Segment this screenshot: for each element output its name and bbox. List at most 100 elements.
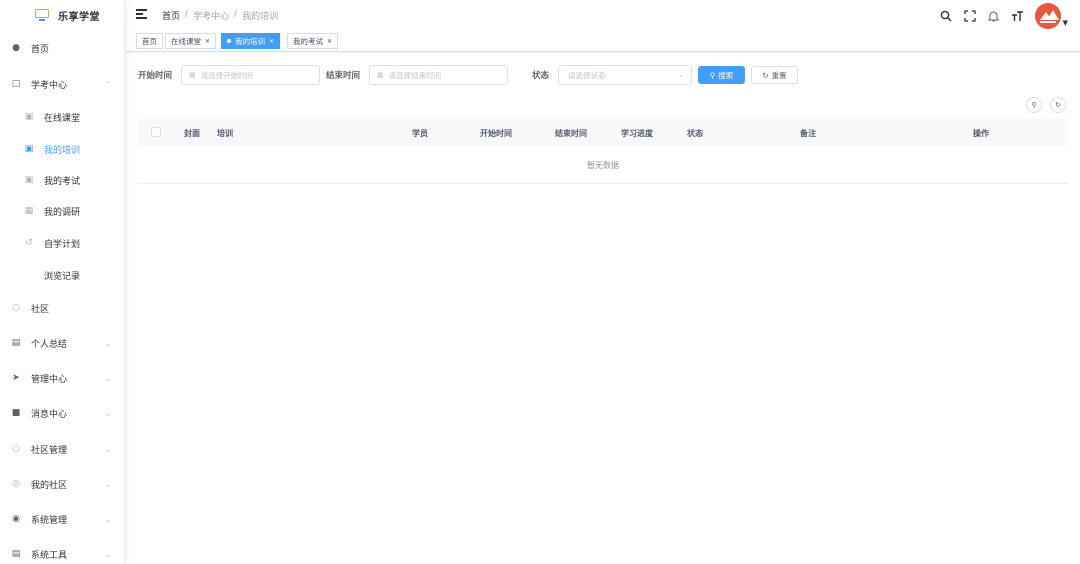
community-icon: ○ [12,303,20,313]
sidebar: 乐享学堂 ● 首页 □ 学考中心 ⌃ ▣ 在线课堂 ▣ 我的培训 ▣ 我的考试 … [0,0,125,564]
sidebar-item-label: 消息中心 [31,409,68,420]
sidebar-item-self-study-plan[interactable]: ↺ 自学计划 [0,233,125,253]
refresh-icon: ↻ [762,70,769,80]
monitor-icon: □ [11,79,21,89]
avatar[interactable] [1034,3,1061,29]
calendar-icon: ▦ [377,71,384,79]
sidebar-item-my-survey[interactable]: ▦ 我的调研 [0,201,125,221]
fullscreen-icon[interactable] [963,9,977,23]
caret-down-icon[interactable]: ▼ [1063,19,1068,27]
calendar-icon: ▦ [189,71,196,79]
plan-icon: ↺ [25,238,33,248]
sidebar-item-system-tools[interactable]: ▤ 系统工具 ⌄ [0,544,125,564]
training-table: 封面 培训 学员 开始时间 结束时间 学习进度 状态 备注 操作 暂无数据 [138,119,1068,184]
chevron-up-icon: ⌃ [104,79,111,89]
start-time-label: 开始时间 [138,71,173,81]
sidebar-item-label: 我的调研 [44,207,81,218]
breadcrumb-study-center[interactable]: 学考中心 [193,9,229,22]
sidebar-item-my-community[interactable]: ◎ 我的社区 ⌄ [0,474,125,494]
tag-my-exam[interactable]: 我的考试 ✕ [287,33,339,49]
column-cover: 封面 [184,129,200,138]
logo-icon [34,8,50,22]
search-icon: ⚲ [709,70,716,80]
app-root: 乐享学堂 ● 首页 □ 学考中心 ⌃ ▣ 在线课堂 ▣ 我的培训 ▣ 我的考试 … [0,0,1080,564]
end-time-label: 结束时间 [326,71,361,81]
reset-button[interactable]: ↻ 重置 [751,66,798,84]
sidebar-item-my-training[interactable]: ▣ 我的培训 [0,139,125,159]
chevron-down-icon: ⌄ [678,71,684,79]
sidebar-item-label: 首页 [31,44,50,55]
tag-home[interactable]: 首页 [136,33,163,49]
chevron-down-icon: ⌄ [104,338,111,348]
hamburger-icon[interactable] [136,9,147,19]
top-navbar: 首页 / 学考中心 / 我的培训 ▼ [126,0,1080,30]
end-time-picker[interactable]: ▦ 请选择结束时间 [369,65,508,85]
summary-icon: ▤ [11,338,21,348]
column-end-time: 结束时间 [555,129,587,138]
breadcrumb-current: 我的培训 [242,12,279,22]
tag-online-classroom[interactable]: 在线课堂 ✕ [165,33,217,49]
sidebar-item-system-management[interactable]: ◉ 系统管理 ⌄ [0,509,125,529]
sidebar-item-message-center[interactable]: ■ 消息中心 ⌄ [0,403,125,423]
column-status: 状态 [687,129,703,138]
sidebar-item-label: 社区 [31,304,50,315]
status-label: 状态 [532,71,550,81]
sidebar-item-label: 系统工具 [31,550,68,561]
breadcrumb-separator: / [185,9,189,19]
sidebar-item-label: 社区管理 [31,445,68,456]
sidebar-item-community-management[interactable]: ○ 社区管理 ⌄ [0,439,125,459]
sidebar-item-label: 个人总结 [31,339,68,350]
tools-icon: ▤ [11,549,21,559]
column-progress: 学习进度 [621,129,653,138]
chevron-down-icon: ⌄ [104,479,111,489]
app-logo[interactable]: 乐享学堂 [0,0,124,30]
training-icon: ▣ [24,144,34,154]
breadcrumb-home[interactable]: 首页 [162,9,180,22]
table-header: 封面 培训 学员 开始时间 结束时间 学习进度 状态 备注 操作 [138,119,1068,146]
tag-label: 我的考试 [293,36,323,46]
sidebar-item-home[interactable]: ● 首页 [0,38,125,58]
community-manage-icon: ○ [12,444,20,454]
reset-button-label: 重置 [771,70,787,80]
status-placeholder: 请选择状态 [568,70,606,80]
message-icon: ■ [11,408,21,418]
close-icon[interactable]: ✕ [205,38,210,45]
refresh-button[interactable]: ↻ [1050,97,1066,113]
sidebar-item-label: 学考中心 [31,80,68,91]
chevron-down-icon: ⌄ [104,373,111,383]
chevron-down-icon: ⌄ [104,514,111,524]
breadcrumb-separator: / [234,9,238,19]
sidebar-item-community[interactable]: ○ 社区 [0,298,125,318]
bell-icon[interactable] [987,9,1001,23]
column-student: 学员 [412,129,428,138]
tags-view: 首页 在线课堂 ✕ 我的培训 ✕ 我的考试 ✕ [126,30,1080,52]
sidebar-item-label: 我的培训 [44,145,81,156]
sidebar-item-personal-summary[interactable]: ▤ 个人总结 ⌄ [0,333,125,353]
sidebar-item-label: 我的社区 [31,480,68,491]
search-button[interactable]: ⚲ 搜索 [698,66,745,84]
column-remarks: 备注 [800,129,816,138]
classroom-icon: ▣ [24,112,34,122]
font-size-icon[interactable] [1011,9,1025,23]
sidebar-item-label: 我的考试 [44,176,81,187]
close-icon[interactable]: ✕ [327,38,332,45]
sidebar-item-my-exam[interactable]: ▣ 我的考试 [0,170,125,190]
chevron-down-icon: ⌄ [104,549,111,559]
sidebar-item-label: 系统管理 [31,515,68,526]
select-all-checkbox[interactable] [151,127,161,137]
search-icon[interactable] [939,9,953,23]
close-icon[interactable]: ✕ [269,38,274,45]
status-select[interactable]: 请选择状态 ⌄ [558,65,692,85]
tag-my-training[interactable]: 我的培训 ✕ [221,33,281,49]
start-time-picker[interactable]: ▦ 请选择开始时间 [181,65,320,85]
chevron-down-icon: ⌄ [104,444,111,454]
search-button-label: 搜索 [718,70,734,80]
sidebar-item-management-center[interactable]: ➤ 管理中心 ⌄ [0,368,125,388]
dashboard-icon: ● [12,43,20,53]
sidebar-item-label: 在线课堂 [44,113,81,124]
sidebar-item-online-classroom[interactable]: ▣ 在线课堂 [0,107,125,127]
sidebar-item-browse-history[interactable]: 浏览记录 [0,265,125,285]
toggle-search-button[interactable]: ⚲ [1026,97,1042,113]
sidebar-item-study-center[interactable]: □ 学考中心 ⌃ [0,74,125,94]
empty-state-text: 暂无数据 [587,161,619,170]
